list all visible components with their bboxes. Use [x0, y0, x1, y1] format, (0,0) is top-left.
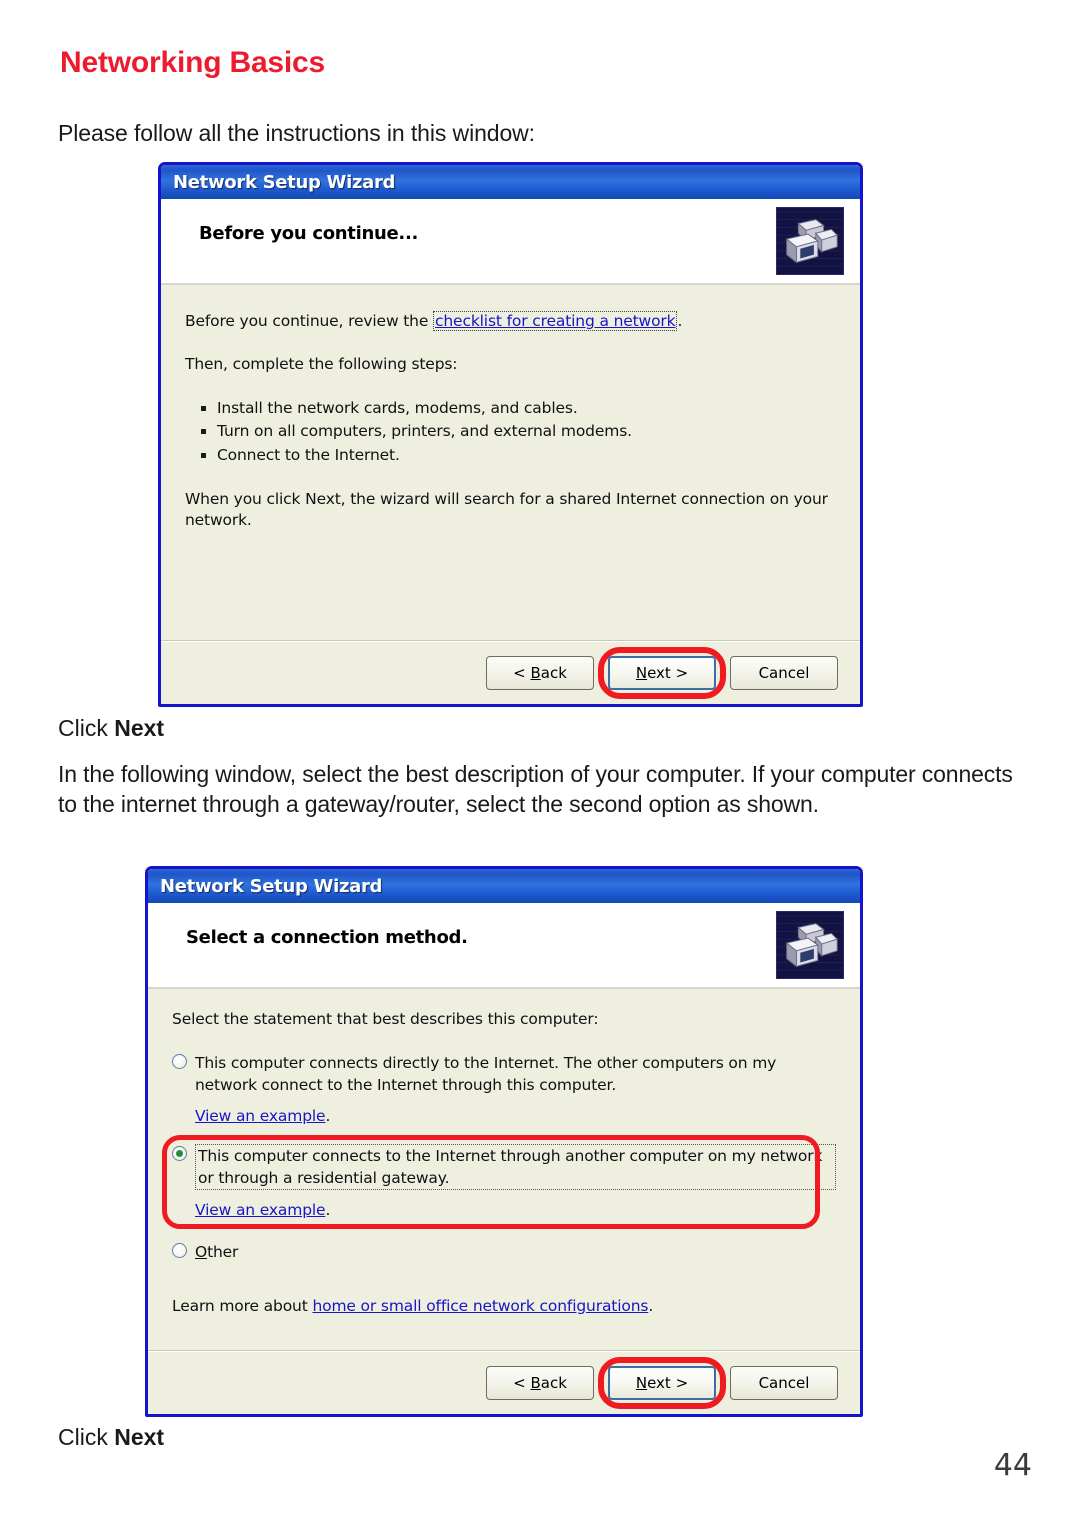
wizard2-title-text: Network Setup Wizard: [160, 875, 383, 897]
list-item: Turn on all computers, printers, and ext…: [201, 420, 836, 444]
back-button[interactable]: < Back: [486, 655, 594, 690]
connection-option-through-gateway[interactable]: This computer connects to the Internet t…: [162, 1134, 836, 1230]
home-or-small-office-network-configurations-link[interactable]: home or small office network configurati…: [312, 1297, 648, 1315]
radio-direct-label: This computer connects directly to the I…: [195, 1053, 777, 1094]
cancel-button[interactable]: Cancel: [730, 1365, 838, 1400]
view-an-example-suffix: .: [325, 1200, 331, 1219]
wizard1-steps-intro: Then, complete the following steps:: [185, 354, 458, 373]
network-setup-wizard-dialog-1: Network Setup Wizard Before you continue…: [158, 162, 863, 707]
page-number: 44: [993, 1448, 1032, 1483]
wizard1-title-text: Network Setup Wizard: [173, 171, 396, 193]
next-button[interactable]: Next >: [608, 1365, 716, 1400]
radio-through-gateway-label: This computer connects to the Internet t…: [195, 1143, 836, 1190]
view-an-example-suffix: .: [325, 1106, 331, 1125]
radio-other-label: Other: [195, 1243, 239, 1262]
wizard2-options-intro: Select the statement that best describes…: [172, 1010, 599, 1028]
wizard1-header: Before you continue...: [161, 199, 860, 285]
wizard1-button-bar: < Back Next > Cancel: [161, 640, 860, 704]
radio-through-gateway-sublink-row: View an example.: [195, 1200, 836, 1222]
wizard1-titlebar: Network Setup Wizard: [161, 165, 860, 199]
intro-instruction: Please follow all the instructions in th…: [58, 120, 535, 146]
wizard1-header-title: Before you continue...: [199, 223, 419, 244]
instruction-paragraph: In the following window, select the best…: [58, 761, 1013, 817]
checklist-for-creating-a-network-link[interactable]: checklist for creating a network: [433, 311, 678, 331]
wizard1-checklist-prefix: Before you continue, review the: [185, 312, 434, 330]
radio-direct-sublink-row: View an example.: [195, 1106, 836, 1128]
next-button[interactable]: Next >: [608, 655, 716, 690]
radio-other-icon[interactable]: [172, 1243, 187, 1259]
wizard2-next-button-wrap: Next >: [598, 1356, 726, 1409]
wizard2-back-button-wrap: < Back: [486, 1365, 594, 1400]
wizard1-checklist-suffix: .: [677, 312, 683, 330]
click-next-prefix: Click: [58, 1424, 115, 1450]
wizard2-body: Select the statement that best describes…: [148, 989, 860, 1329]
wizard2-header-title: Select a connection method.: [186, 927, 468, 948]
click-next-prefix: Click: [58, 715, 115, 741]
click-next-caption-1: Click Next: [58, 715, 164, 742]
view-an-example-link[interactable]: View an example: [195, 1107, 326, 1125]
cancel-button[interactable]: Cancel: [730, 655, 838, 690]
page-title: Networking Basics: [60, 46, 326, 79]
click-next-bold: Next: [114, 715, 165, 741]
learn-more-prefix: Learn more about: [172, 1297, 313, 1315]
wizard2-header: Select a connection method.: [148, 903, 860, 989]
network-computers-icon: [776, 207, 844, 275]
wizard1-next-button-wrap: Next >: [598, 646, 726, 699]
learn-more-row: Learn more about home or small office ne…: [172, 1297, 653, 1315]
connection-option-other[interactable]: Other: [172, 1241, 836, 1263]
learn-more-suffix: .: [648, 1297, 654, 1315]
wizard1-back-button-wrap: < Back: [486, 655, 594, 690]
list-item: Install the network cards, modems, and c…: [201, 397, 836, 421]
wizard2-cancel-button-wrap: Cancel: [730, 1365, 838, 1400]
network-computers-icon: [776, 911, 844, 979]
back-button[interactable]: < Back: [486, 1365, 594, 1400]
list-item: Connect to the Internet.: [201, 444, 836, 468]
wizard1-cancel-button-wrap: Cancel: [730, 655, 838, 690]
radio-through-gateway-icon[interactable]: [172, 1145, 187, 1161]
click-next-bold: Next: [114, 1424, 165, 1450]
connection-option-direct[interactable]: This computer connects directly to the I…: [172, 1052, 836, 1128]
click-next-caption-2: Click Next: [58, 1424, 164, 1451]
view-an-example-link[interactable]: View an example: [195, 1201, 326, 1219]
radio-direct-icon[interactable]: [172, 1053, 187, 1069]
wizard1-checklist-line: Before you continue, review the checklis…: [185, 311, 836, 332]
wizard1-closing-line: When you click Next, the wizard will sea…: [185, 490, 828, 530]
wizard2-titlebar: Network Setup Wizard: [148, 869, 860, 903]
network-setup-wizard-dialog-2: Network Setup Wizard Select a connection…: [145, 866, 863, 1417]
wizard1-body: Before you continue, review the checklis…: [161, 285, 860, 620]
wizard2-button-bar: < Back Next > Cancel: [148, 1350, 860, 1414]
wizard1-steps-list: Install the network cards, modems, and c…: [185, 397, 836, 468]
